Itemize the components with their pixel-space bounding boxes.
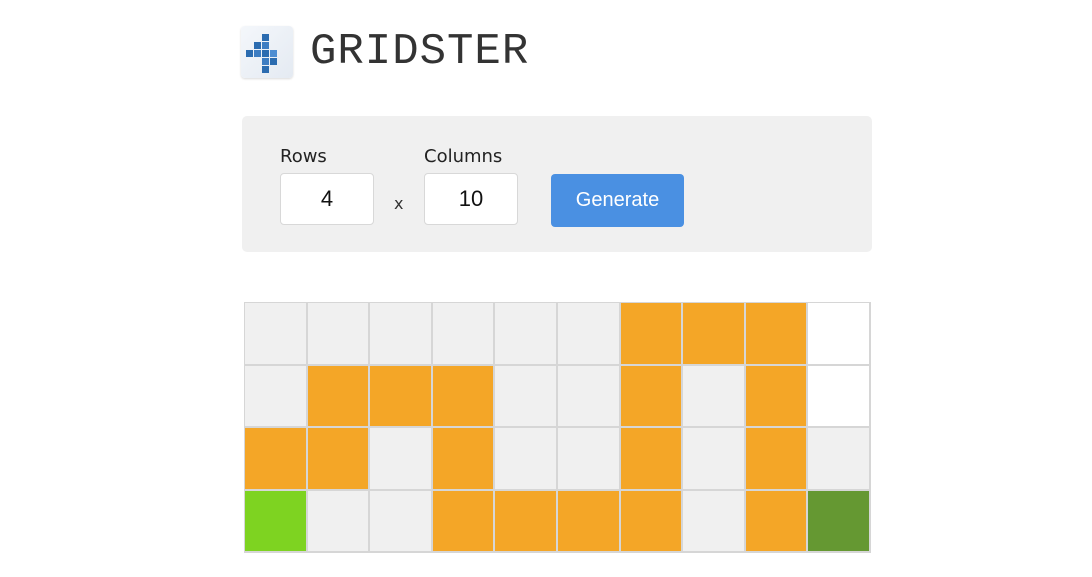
grid-blocks-logo-icon <box>241 26 293 78</box>
grid-cell-path[interactable] <box>745 428 809 491</box>
grid-cell-path[interactable] <box>745 490 809 553</box>
grid-cell-path[interactable] <box>432 365 496 428</box>
grid-cell-empty[interactable] <box>307 303 371 366</box>
grid-cell-empty[interactable] <box>557 303 621 366</box>
grid-cell-empty[interactable] <box>245 365 308 428</box>
columns-input[interactable] <box>424 173 518 225</box>
grid-cell-start[interactable] <box>245 490 308 553</box>
rows-input[interactable] <box>280 173 374 225</box>
grid-cell-empty[interactable] <box>557 428 621 491</box>
grid-cell-path[interactable] <box>745 303 809 366</box>
grid-cell-path[interactable] <box>432 428 496 491</box>
grid-cell-path[interactable] <box>745 365 809 428</box>
grid-cell-path[interactable] <box>557 490 621 553</box>
grid-cell-empty[interactable] <box>245 303 308 366</box>
columns-label: Columns <box>424 146 503 167</box>
grid-cell-empty[interactable] <box>808 428 871 491</box>
grid-cell-path[interactable] <box>370 365 433 428</box>
grid-cell-empty[interactable] <box>432 303 496 366</box>
grid-cell-end[interactable] <box>808 490 871 553</box>
grid-cell-path[interactable] <box>620 365 684 428</box>
grid-cell-empty[interactable] <box>683 428 746 491</box>
grid-cell-open[interactable] <box>808 365 871 428</box>
grid-cell-empty[interactable] <box>370 428 433 491</box>
grid-cell-empty[interactable] <box>557 365 621 428</box>
maze-grid <box>244 302 871 553</box>
grid-cell-empty[interactable] <box>683 365 746 428</box>
times-symbol: x <box>394 194 404 213</box>
grid-cell-empty[interactable] <box>370 303 433 366</box>
app-header: GRIDSTER <box>241 24 529 80</box>
grid-cell-empty[interactable] <box>370 490 433 553</box>
grid-cell-empty[interactable] <box>495 365 558 428</box>
grid-cell-path[interactable] <box>307 428 371 491</box>
grid-cell-path[interactable] <box>620 490 684 553</box>
grid-cell-path[interactable] <box>432 490 496 553</box>
rows-label: Rows <box>280 146 327 167</box>
grid-cell-path[interactable] <box>683 303 746 366</box>
grid-cell-empty[interactable] <box>307 490 371 553</box>
grid-cell-empty[interactable] <box>495 428 558 491</box>
grid-cell-path[interactable] <box>620 303 684 366</box>
grid-cell-path[interactable] <box>307 365 371 428</box>
generate-button[interactable]: Generate <box>551 174 684 227</box>
app-title: GRIDSTER <box>310 27 530 77</box>
grid-cell-path[interactable] <box>620 428 684 491</box>
grid-settings-panel: Rows x Columns Generate <box>242 116 872 252</box>
grid-cell-empty[interactable] <box>683 490 746 553</box>
grid-cell-path[interactable] <box>245 428 308 491</box>
grid-cell-open[interactable] <box>808 303 871 366</box>
grid-cell-path[interactable] <box>495 490 558 553</box>
grid-cell-empty[interactable] <box>495 303 558 366</box>
